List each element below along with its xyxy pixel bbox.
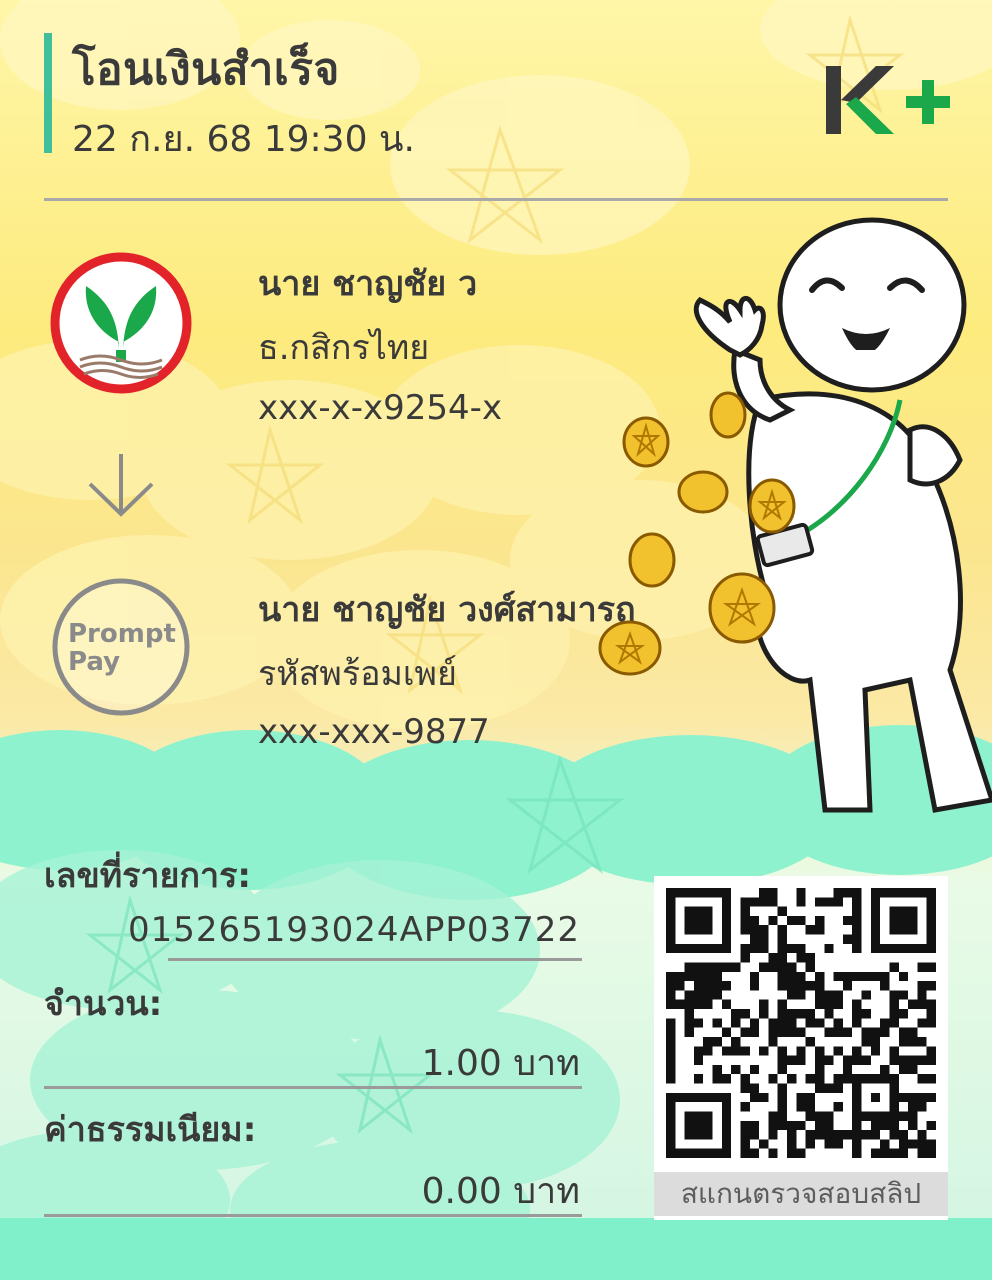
receiver-account: xxx-xxx-9877 <box>258 712 490 752</box>
reference-label: เลขที่รายการ: <box>44 856 251 896</box>
header-divider <box>44 198 948 201</box>
amount-label: จำนวน: <box>44 984 163 1024</box>
mascot-character-illustration <box>598 217 992 813</box>
sender-bank: ธ.กสิกรไทย <box>258 328 430 368</box>
sender-name: นาย ชาญชัย ว <box>258 264 478 304</box>
transfer-slip: โอนเงินสำเร็จ 22 ก.ย. 68 19:30 น. นาย ชา… <box>0 0 992 1280</box>
reference-underline <box>168 958 582 961</box>
arrow-down-icon <box>88 454 154 517</box>
reference-number: 015265193024APP03722 <box>127 910 580 950</box>
amount-value: 1.00 บาท <box>421 1043 580 1084</box>
title-accent-bar <box>44 33 52 153</box>
sender-account: xxx-x-x9254-x <box>258 388 503 428</box>
transaction-datetime: 22 ก.ย. 68 19:30 น. <box>72 119 415 160</box>
verification-qr-code[interactable]: สแกนตรวจสอบสลิป <box>654 876 948 1220</box>
fee-label: ค่าธรรมเนียม: <box>44 1110 257 1150</box>
fee-value: 0.00 บาท <box>421 1171 580 1212</box>
bottom-bar <box>0 1218 992 1280</box>
qr-code-icon <box>666 888 936 1158</box>
receiver-bank: รหัสพร้อมเพย์ <box>258 654 457 694</box>
page-title: โอนเงินสำเร็จ <box>72 44 340 95</box>
promptpay-logo-icon: Prompt Pay <box>50 576 192 718</box>
promptpay-logo-text-line1: Prompt <box>68 619 176 649</box>
promptpay-logo-text-line2: Pay <box>68 647 120 677</box>
kplus-logo-icon <box>826 66 950 134</box>
fee-underline <box>44 1214 582 1217</box>
qr-scan-caption: สแกนตรวจสอบสลิป <box>654 1172 948 1216</box>
receiver-name: นาย ชาญชัย วงศ์สามารถ <box>258 590 636 630</box>
amount-underline <box>44 1086 582 1089</box>
kasikornbank-logo-icon <box>50 252 192 394</box>
